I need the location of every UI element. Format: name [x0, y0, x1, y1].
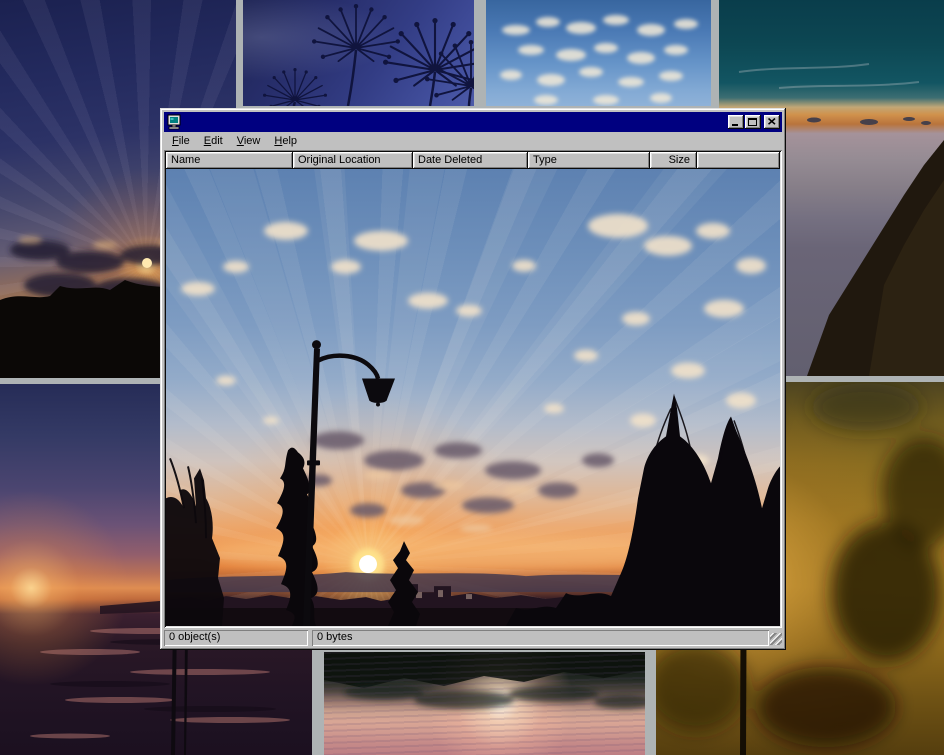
list-view[interactable]: Name Original Location Date Deleted Type…	[164, 150, 782, 628]
column-header-type[interactable]: Type	[528, 152, 650, 169]
status-size: 0 bytes	[312, 630, 769, 646]
recycle-bin-window: File Edit View Help Name Original Locati…	[160, 108, 786, 650]
column-header-row: Name Original Location Date Deleted Type…	[166, 152, 780, 169]
title-bar[interactable]	[164, 112, 782, 132]
minimize-icon	[732, 124, 738, 126]
menu-help[interactable]: Help	[267, 133, 304, 150]
close-button[interactable]	[764, 115, 780, 129]
menu-bar: File Edit View Help	[164, 132, 782, 150]
maximize-button[interactable]	[745, 115, 761, 129]
dried-flowers-silhouette	[243, 0, 474, 106]
menu-view[interactable]: View	[230, 133, 268, 150]
column-header-original-location[interactable]: Original Location	[293, 152, 413, 169]
wallpaper-tile-cloud-field	[486, 0, 711, 106]
cloud-field	[486, 0, 711, 106]
column-header-filler[interactable]	[697, 152, 780, 169]
minimize-button[interactable]	[728, 115, 744, 129]
column-header-name[interactable]: Name	[166, 152, 293, 169]
column-header-date-deleted[interactable]: Date Deleted	[413, 152, 528, 169]
wallpaper-tile-dried-flowers	[243, 0, 474, 106]
menu-edit[interactable]: Edit	[197, 133, 230, 150]
computer-icon[interactable]	[166, 114, 182, 130]
reflection-shapes	[324, 652, 645, 755]
window-controls	[727, 115, 780, 129]
close-icon	[768, 118, 776, 125]
menu-file[interactable]: File	[165, 133, 197, 150]
sunset-photo	[166, 169, 780, 626]
resize-grip-icon[interactable]	[770, 633, 782, 645]
maximize-icon	[748, 118, 757, 126]
desktop: { "window": { "title": "", "menu": { "it…	[0, 0, 944, 755]
sunset-photo-art	[166, 169, 780, 626]
column-header-size[interactable]: Size	[650, 152, 697, 169]
status-object-count: 0 object(s)	[164, 630, 308, 646]
wallpaper-tile-water-reflection	[324, 652, 645, 755]
status-bar: 0 object(s) 0 bytes	[164, 630, 782, 646]
